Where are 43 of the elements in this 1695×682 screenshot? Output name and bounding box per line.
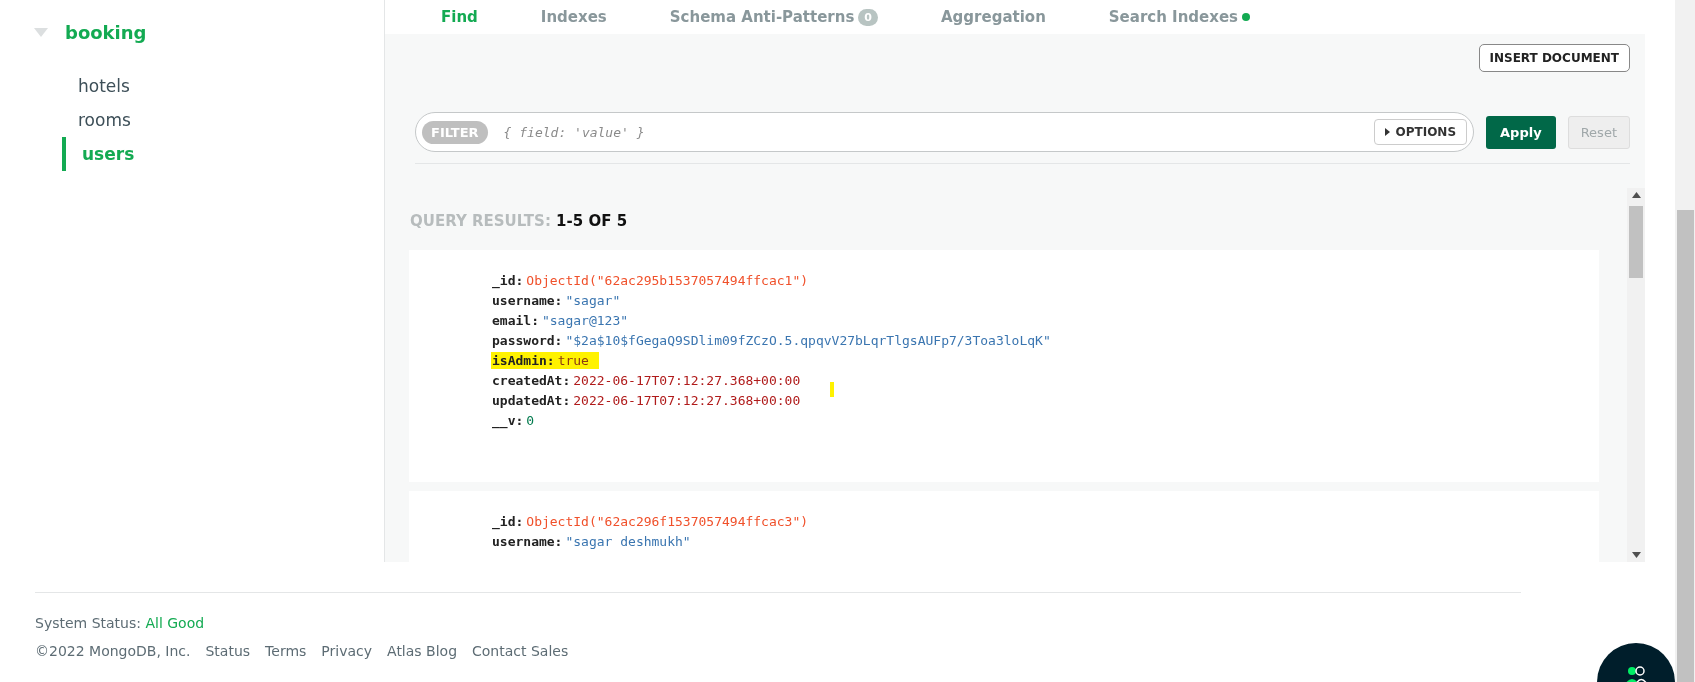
apply-button[interactable]: Apply (1486, 115, 1556, 149)
tab[interactable]: Search Indexes (1108, 8, 1251, 26)
footer-link[interactable]: Terms (265, 643, 307, 659)
footer-link[interactable]: Privacy (321, 643, 373, 659)
tab[interactable]: Aggregation (941, 8, 1046, 26)
copyright-text: ©2022 MongoDB, Inc. (35, 643, 191, 659)
collection-item[interactable]: hotels (34, 69, 384, 103)
document-field: __v: 0 (492, 413, 535, 428)
footer-link[interactable]: Contact Sales (472, 643, 569, 659)
database-name[interactable]: booking (65, 22, 147, 43)
document-field: _id: ObjectId("62ac295b1537057494ffcac1") (492, 273, 809, 288)
footer-link[interactable]: Status (205, 643, 251, 659)
scrollbar-thumb[interactable] (1677, 210, 1694, 682)
filter-field[interactable]: FILTER { field: 'value' } OPTIONS (415, 112, 1475, 152)
insert-document-button[interactable]: INSERT DOCUMENT (1478, 44, 1630, 72)
footer-link[interactable]: Atlas Blog (387, 643, 458, 659)
document-field: _id: ObjectId("62ac296f1537057494ffcac3") (492, 514, 809, 529)
document-field: password: "$2a$10$fGegaQ9SDlim09fZCzO.5.qpqvV27bLqrTlgsAUFp7/3Toa3loLqK" (492, 333, 1051, 348)
document-field: username: "sagar" (492, 293, 621, 308)
document-field: username: "sagar deshmukh" (492, 534, 691, 549)
highlight-mark (830, 382, 834, 397)
collection-item[interactable]: rooms (34, 103, 384, 137)
tab[interactable]: Indexes (540, 8, 607, 26)
document-field: createdAt: 2022-06-17T07:12:27.368+00:00 (492, 373, 801, 388)
scrollbar-thumb[interactable] (1629, 206, 1643, 278)
page-scrollbar[interactable] (1675, 0, 1695, 682)
up-arrow-icon[interactable] (1631, 192, 1641, 198)
down-arrow-icon[interactable] (1631, 552, 1641, 558)
caret-icon (1384, 128, 1390, 136)
document-field: isAdmin: true (491, 352, 599, 369)
count-badge: 0 (858, 8, 878, 26)
document-field: email: "sagar@123" (492, 313, 629, 328)
results-scrollbar[interactable] (1627, 188, 1645, 562)
tab[interactable]: Find (441, 8, 478, 26)
options-button[interactable]: OPTIONS (1373, 119, 1468, 145)
system-status-value[interactable]: All Good (145, 615, 205, 631)
tab[interactable]: Schema Anti-Patterns 0 (669, 8, 878, 26)
caret-icon[interactable] (34, 28, 48, 37)
filter-label: FILTER (422, 120, 488, 144)
people-icon (1624, 665, 1648, 682)
document-field: updatedAt: 2022-06-17T07:12:27.368+00:00 (492, 393, 801, 408)
query-results-count: QUERY RESULTS: 1-5 OF 5 (410, 212, 629, 230)
status-label: System Status: (35, 615, 141, 631)
